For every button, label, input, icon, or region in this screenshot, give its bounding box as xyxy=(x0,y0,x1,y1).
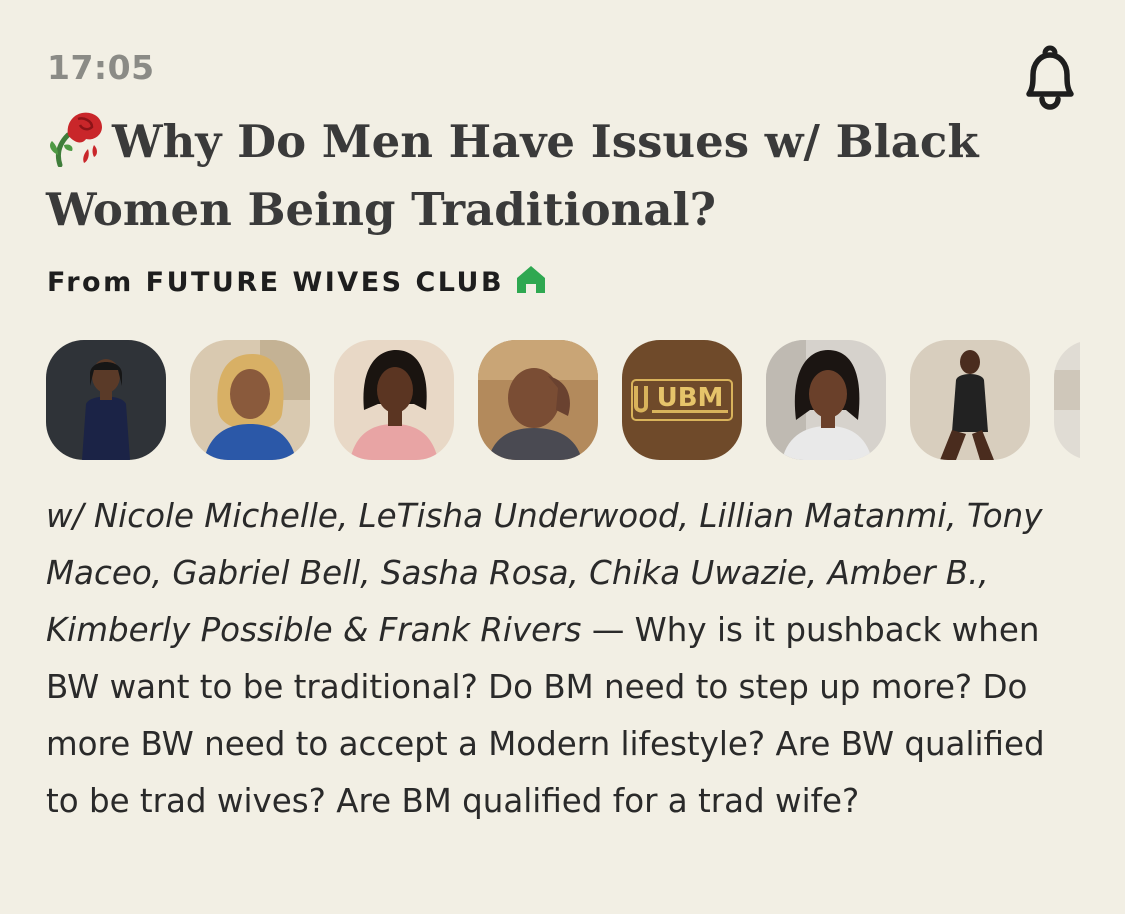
room-title: Why Do Men Have Issues w/ Black Women Be… xyxy=(46,105,1076,244)
description-separator: — xyxy=(581,611,635,649)
avatar-tony-maceo[interactable] xyxy=(478,340,598,460)
avatar-nicole-michelle[interactable] xyxy=(46,340,166,460)
club-line: From FUTURE WIVES CLUB xyxy=(47,262,548,298)
avatar-gabriel-bell[interactable]: UBM xyxy=(622,340,742,460)
avatar-sasha-rosa[interactable] xyxy=(766,340,886,460)
room-description: w/ Nicole Michelle, LeTisha Underwood, L… xyxy=(46,488,1086,830)
club-prefix: From xyxy=(47,267,134,298)
avatar-lillian-matanmi[interactable] xyxy=(334,340,454,460)
speaker-avatars: UBM xyxy=(46,340,1080,460)
club-name[interactable]: FUTURE WIVES CLUB xyxy=(146,267,504,298)
bell-icon[interactable] xyxy=(1014,42,1086,114)
home-icon xyxy=(517,266,546,293)
room-card[interactable]: 17:05 Why Do Men Have Issues w/ Black Wo… xyxy=(0,0,1125,914)
wilted-rose-icon xyxy=(50,112,102,167)
avatar-chika-uwazie[interactable] xyxy=(910,340,1030,460)
avatar-amber-b[interactable] xyxy=(1054,340,1080,460)
avatar-letisha-underwood[interactable] xyxy=(190,340,310,460)
room-time: 17:05 xyxy=(47,48,155,87)
room-title-text: Why Do Men Have Issues w/ Black Women Be… xyxy=(46,115,979,236)
ubm-logo-text: UBM xyxy=(657,383,724,413)
